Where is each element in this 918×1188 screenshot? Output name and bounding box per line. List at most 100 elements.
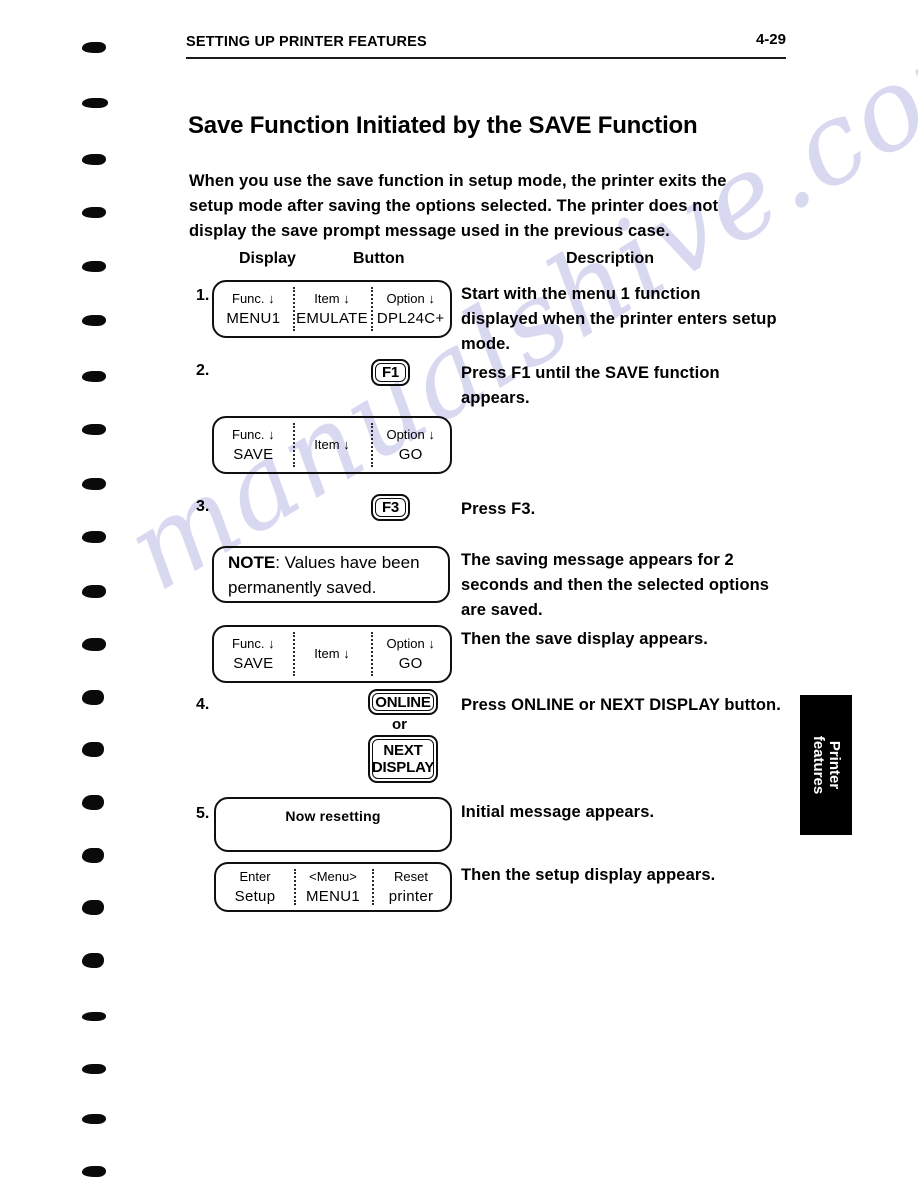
- lcd-panel-note: NOTE: Values have been permanently saved…: [212, 546, 450, 603]
- binding-hole-mark: [82, 690, 104, 705]
- button-display-label: DISPLAY: [371, 759, 435, 776]
- binding-hole-mark: [82, 953, 104, 968]
- intro-paragraph: When you use the save function in setup …: [189, 171, 727, 240]
- page-header: SETTING UP PRINTER FEATURES 4-29: [186, 31, 786, 51]
- lcd-cell-value: SAVE: [233, 654, 274, 672]
- binding-hole-mark: [82, 42, 106, 53]
- binding-hole-mark: [82, 478, 106, 490]
- column-header-display: Display: [239, 250, 296, 267]
- lcd-cell-item: Item ↓: [292, 627, 372, 681]
- binding-hole-mark: [82, 424, 106, 435]
- lcd-cell-option: Option ↓ DPL24C+: [371, 282, 450, 336]
- lcd-cell-top-label: Option ↓: [386, 426, 435, 442]
- lcd-cell-option: Option ↓ GO: [371, 418, 450, 472]
- thumb-tab-line2: features: [810, 735, 827, 795]
- lcd-panel-save-go-2: Func. ↓ SAVE Item ↓ Option ↓ GO: [212, 625, 452, 683]
- binding-hole-mark: [82, 585, 106, 598]
- binding-hole-mark: [82, 1064, 106, 1074]
- step-number-3: 3.: [196, 498, 210, 515]
- step-description-4: Press ONLINE or NEXT DISPLAY button.: [461, 696, 781, 714]
- lcd-cell-value: MENU1: [305, 887, 360, 905]
- step-number-5: 5.: [196, 805, 210, 822]
- binding-holes-margin: [0, 0, 140, 1188]
- lcd-cell-enter-setup: Enter Setup: [216, 864, 294, 910]
- binding-hole-mark: [82, 371, 106, 382]
- button-f3-label: F3: [381, 499, 400, 516]
- step-number-2: 2.: [196, 362, 210, 379]
- binding-hole-mark: [82, 98, 108, 108]
- lcd-cell-value: EMULATE: [296, 309, 368, 327]
- binding-hole-mark: [82, 1114, 106, 1124]
- lcd-panel-resetting: Now resetting: [214, 797, 452, 852]
- lcd-cell-item: Item ↓: [292, 418, 372, 472]
- step-number-4: 4.: [196, 696, 210, 713]
- lcd-cell-value: DPL24C+: [376, 309, 445, 327]
- lcd-cell-top-label: Item ↓: [314, 646, 350, 661]
- lcd-cell-func: Func. ↓ MENU1: [214, 282, 293, 336]
- binding-hole-mark: [82, 638, 106, 651]
- step-description-3: Press F3.: [461, 500, 536, 518]
- button-online[interactable]: ONLINE: [368, 689, 438, 715]
- lcd-cell-top-label: Enter: [239, 868, 271, 884]
- column-header-description: Description: [566, 250, 655, 267]
- note-label: NOTE: [228, 552, 276, 572]
- lcd-cell-top-label: Option ↓: [386, 290, 435, 306]
- lcd-panel-save-go-1: Func. ↓ SAVE Item ↓ Option ↓ GO: [212, 416, 452, 474]
- lcd-cell-top-label: Reset: [394, 868, 428, 884]
- or-separator-label: or: [392, 716, 407, 733]
- lcd-cell-top-label: <Menu>: [309, 868, 357, 884]
- step-description-2: Press F1 until the SAVE function appears…: [461, 364, 720, 407]
- thumb-tab-text: Printer features: [810, 735, 843, 795]
- binding-hole-mark: [82, 154, 106, 165]
- lcd-cell-top-label: Option ↓: [386, 635, 435, 651]
- lcd-cell-top-label: Item ↓: [314, 437, 350, 452]
- lcd-cell-top-label: Func. ↓: [232, 290, 275, 306]
- lcd-cell-value: Setup: [234, 887, 276, 905]
- button-f3[interactable]: F3: [371, 494, 410, 521]
- step-description-1: Start with the menu 1 function displayed…: [461, 285, 777, 353]
- binding-hole-mark: [82, 1012, 106, 1021]
- description-save-display: Then the save display appears.: [461, 630, 708, 648]
- section-title: Save Function Initiated by the SAVE Func…: [188, 112, 698, 140]
- step-description-5: Initial message appears.: [461, 803, 655, 821]
- document-page: manualshive.com SETTING UP PRINTER FEATU…: [0, 0, 918, 1188]
- header-title: SETTING UP PRINTER FEATURES: [186, 34, 427, 50]
- description-saving-message: The saving message appears for 2 seconds…: [461, 551, 770, 619]
- binding-hole-mark: [82, 900, 104, 915]
- lcd-cell-item: Item ↓ EMULATE: [292, 282, 372, 336]
- binding-hole-mark: [82, 795, 104, 810]
- thumb-tab-line1: Printer: [826, 740, 843, 790]
- binding-hole-mark: [82, 848, 104, 863]
- resetting-message: Now resetting: [285, 808, 381, 824]
- lcd-cell-value: printer: [388, 887, 434, 905]
- lcd-cell-value: MENU1: [226, 309, 281, 327]
- lcd-cell-func: Func. ↓ SAVE: [214, 418, 293, 472]
- button-online-label: ONLINE: [375, 693, 431, 711]
- description-setup-display: Then the setup display appears.: [461, 866, 716, 884]
- button-next-label: NEXT: [383, 742, 423, 759]
- binding-hole-mark: [82, 207, 106, 218]
- binding-hole-mark: [82, 315, 106, 326]
- lcd-cell-value: GO: [398, 654, 423, 672]
- button-f1-label: F1: [381, 364, 400, 381]
- lcd-cell-menu: <Menu> MENU1: [294, 864, 372, 910]
- note-message: NOTE: Values have been permanently saved…: [228, 550, 434, 600]
- step-number-1: 1.: [196, 287, 210, 304]
- lcd-panel-setup-menu: Enter Setup <Menu> MENU1 Reset printer: [214, 862, 452, 912]
- lcd-cell-top-label: Func. ↓: [232, 426, 275, 442]
- lcd-cell-func: Func. ↓ SAVE: [214, 627, 293, 681]
- binding-hole-mark: [82, 531, 106, 543]
- binding-hole-mark: [82, 261, 106, 272]
- lcd-cell-top-label: Item ↓: [314, 290, 350, 306]
- lcd-panel-menu1: Func. ↓ MENU1 Item ↓ EMULATE Option ↓ DP…: [212, 280, 452, 338]
- lcd-cell-value: SAVE: [233, 445, 274, 463]
- binding-hole-mark: [82, 742, 104, 757]
- thumb-index-tab: Printer features: [800, 695, 852, 835]
- button-f1[interactable]: F1: [371, 359, 410, 386]
- binding-hole-mark: [82, 1166, 106, 1177]
- lcd-cell-top-label: Func. ↓: [232, 635, 275, 651]
- lcd-cell-option: Option ↓ GO: [371, 627, 450, 681]
- lcd-cell-value: GO: [398, 445, 423, 463]
- button-next-display[interactable]: NEXT DISPLAY: [368, 735, 438, 783]
- column-header-button: Button: [353, 250, 405, 267]
